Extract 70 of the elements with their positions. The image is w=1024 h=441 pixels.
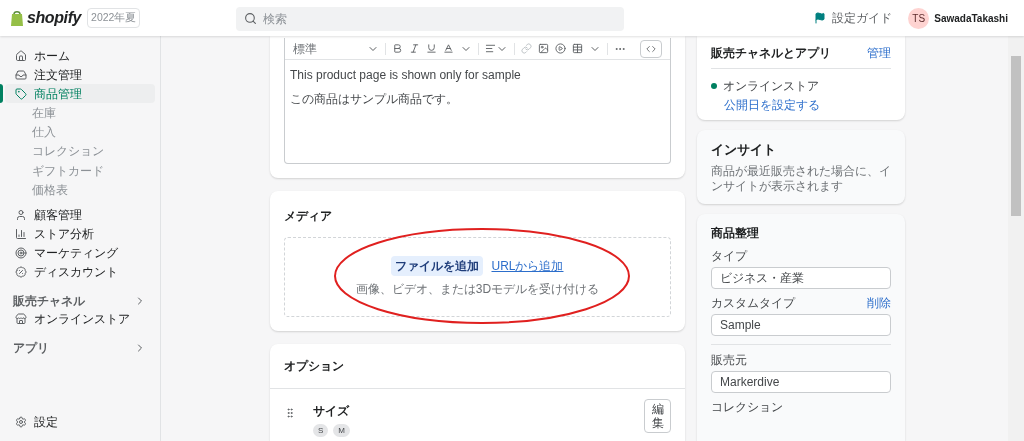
scrollbar[interactable] [1008, 36, 1024, 441]
card-title: 販売チャネルとアプリ [711, 45, 831, 62]
card-title: 商品整理 [711, 224, 760, 242]
italic-icon[interactable] [409, 43, 420, 54]
flag-icon [814, 12, 827, 24]
person-icon [15, 209, 27, 221]
home-icon [15, 49, 27, 62]
text-field[interactable]: Sample [711, 313, 891, 336]
code-view-button[interactable] [640, 39, 662, 58]
add-from-url-link[interactable]: URLから追加 [491, 257, 564, 275]
tag-icon [15, 87, 27, 100]
video-icon[interactable] [555, 43, 566, 54]
bar-chart-icon [15, 228, 27, 240]
option-value-tag: M [333, 424, 350, 437]
underline-icon[interactable] [426, 43, 437, 54]
sidebar-item[interactable]: マーケティング [5, 243, 155, 263]
percent-badge-icon [15, 266, 27, 278]
shopping-bag-logo-icon [10, 9, 24, 27]
shopify-logo[interactable]: shopify [27, 6, 82, 30]
channel-name: オンラインストア [723, 78, 819, 95]
section-title: アプリ [13, 340, 49, 358]
sidebar-item[interactable]: 注文管理 [5, 65, 155, 84]
inbox-icon [15, 68, 27, 81]
settings-icon [15, 415, 27, 428]
sidebar-item[interactable]: ホーム [5, 46, 155, 65]
add-file-button[interactable]: ファイルを追加 [391, 256, 484, 276]
scrollbar-thumb[interactable] [1011, 56, 1021, 216]
section-title: 販売チャネル [13, 293, 85, 311]
card-title: インサイト [711, 141, 777, 159]
setup-guide-link[interactable]: 設定ガイド [832, 9, 893, 27]
drag-handle-icon[interactable] [284, 407, 296, 419]
field-label: タイプ [711, 247, 747, 265]
text-color-icon[interactable] [443, 43, 454, 54]
editor-paragraph: この商品はサンプル商品です。 [290, 91, 459, 108]
user-name[interactable]: SawadaTakashi [934, 10, 1008, 26]
option-name: サイズ [313, 403, 350, 420]
card-title: オプション [270, 344, 685, 389]
editor-paragraph: This product page is shown only for sample [290, 67, 522, 84]
manage-link[interactable]: 管理 [867, 44, 891, 62]
edit-button[interactable]: 編集 [644, 399, 671, 433]
dropzone-hint: 画像、ビデオ、または3Dモデルを受け付ける [355, 281, 600, 298]
field-label: カスタムタイプ [711, 294, 795, 312]
table-icon[interactable] [572, 43, 583, 54]
text-field[interactable]: ビジネス・産業 [711, 266, 891, 289]
sidebar-item[interactable]: オンラインストア [5, 309, 155, 329]
image-icon[interactable] [538, 43, 549, 54]
remove-link[interactable]: 削除 [867, 293, 891, 312]
card-title: メディア [284, 208, 333, 225]
search-field[interactable]: 検索 [236, 7, 625, 31]
sidebar-item[interactable]: ディスカウント [5, 262, 155, 282]
text-style-select[interactable]: 標準 [293, 39, 379, 58]
settings-item[interactable]: 設定 [5, 412, 155, 431]
field-label: 販売元 [711, 351, 747, 369]
text-field[interactable]: Markerdive [711, 370, 891, 393]
insight-text: 商品が最近販売された場合に、インサイトが表示されます [711, 163, 891, 194]
option-value-tag: S [313, 424, 329, 437]
media-dropzone[interactable]: ファイルを追加 URLから追加 画像、ビデオ、または3Dモデルを受け付ける [284, 237, 671, 317]
bold-icon[interactable] [392, 43, 403, 54]
target-icon [15, 247, 27, 259]
sidebar-item[interactable]: 顧客管理 [5, 205, 155, 225]
sidebar-item[interactable]: ストア分析 [5, 224, 155, 244]
edition-badge: 2022年夏 [87, 8, 141, 28]
store-icon [15, 313, 27, 325]
code-icon [646, 43, 656, 54]
schedule-link[interactable]: 公開日を設定する [724, 96, 891, 114]
sidebar-item[interactable]: 商品管理 [5, 84, 155, 103]
search-icon [244, 12, 258, 25]
user-avatar[interactable]: TS [908, 7, 930, 29]
field-label: コレクション [711, 398, 783, 416]
align-icon[interactable] [485, 43, 496, 54]
